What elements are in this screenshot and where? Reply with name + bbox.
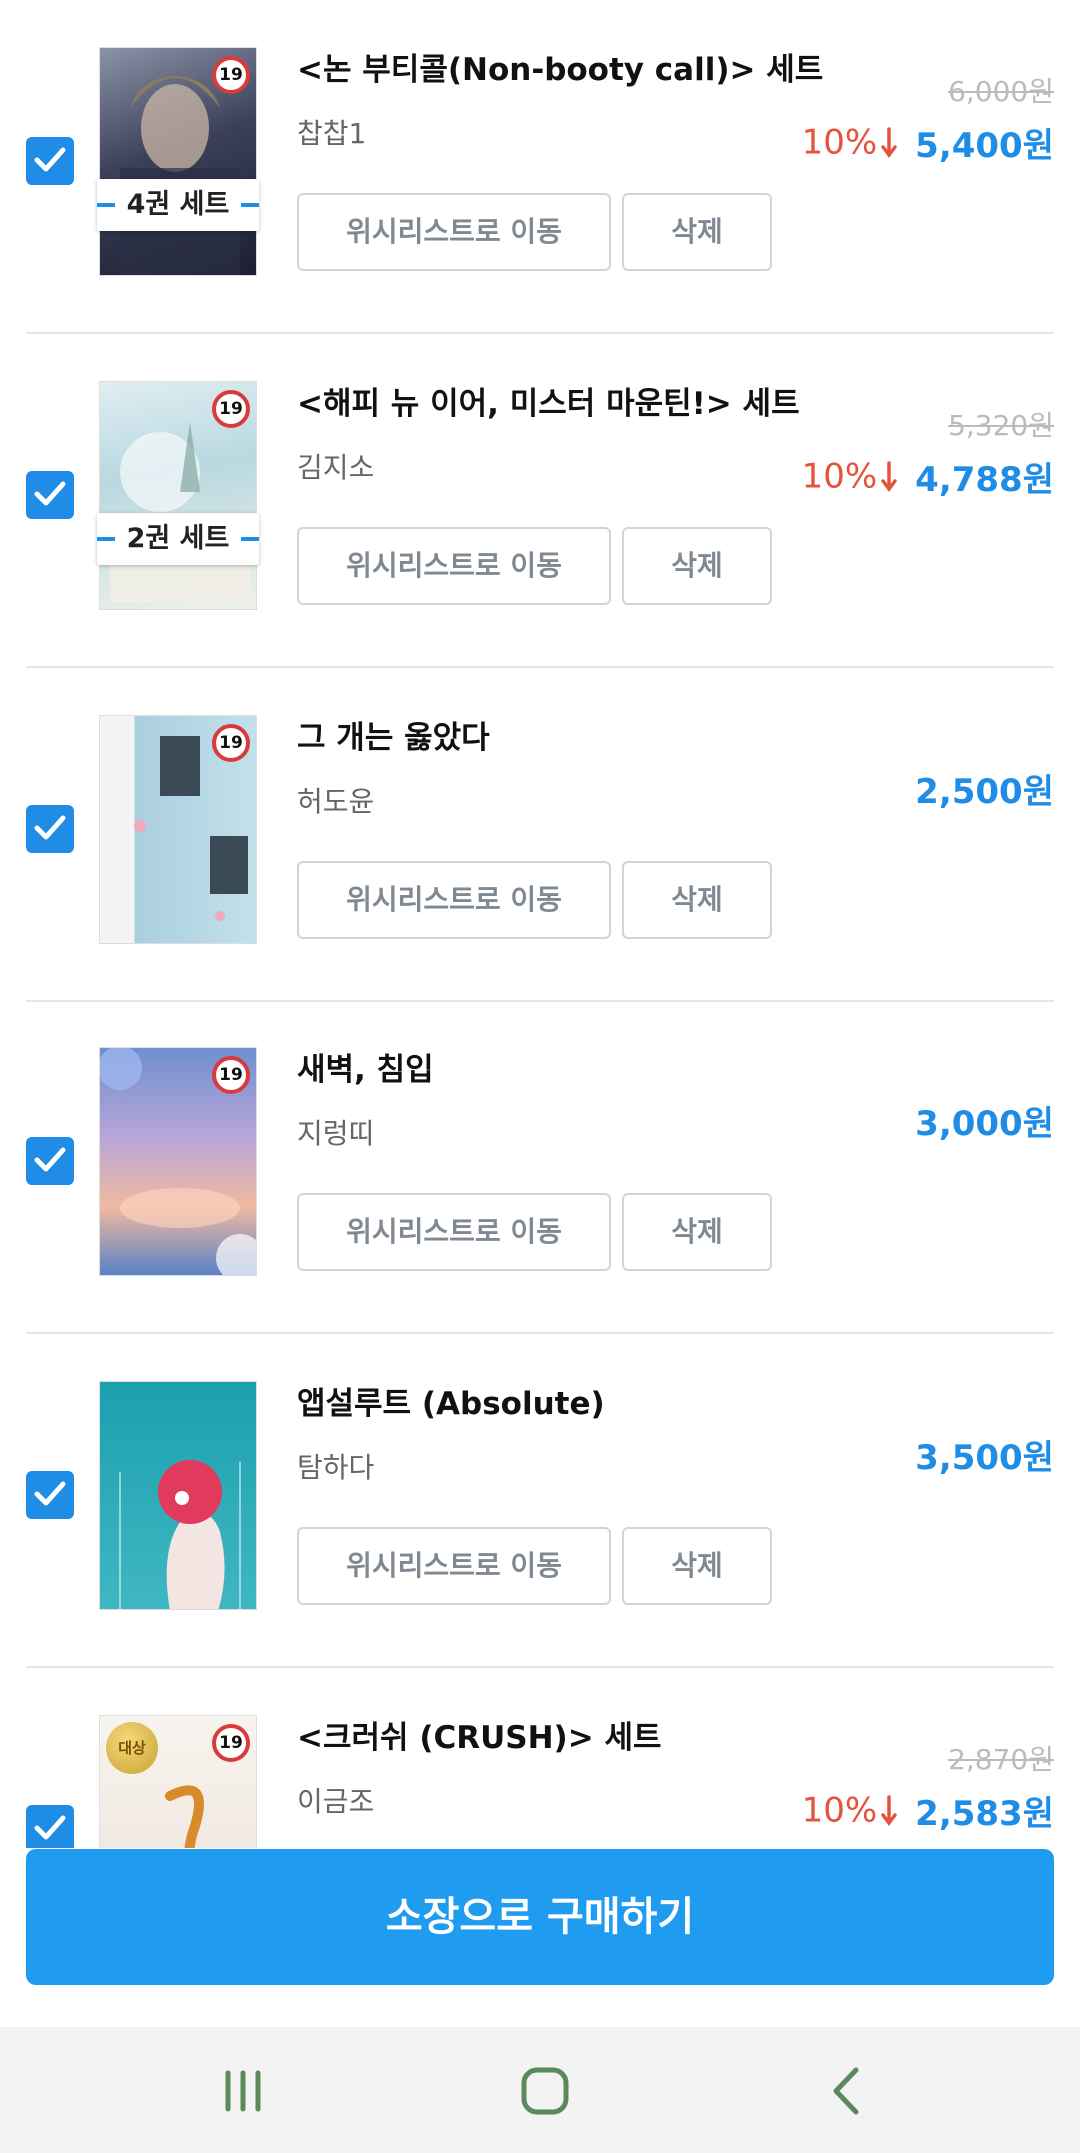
price-row: 2,500원 [915,764,1054,813]
move-to-wishlist-button[interactable]: 위시리스트로 이동 [297,1193,611,1271]
sale-price: 4,788원 [915,460,1054,500]
delete-button[interactable]: 삭제 [622,861,772,939]
age-rating-badge: 19 [212,1056,250,1094]
set-count-badge: 2권 세트 [97,513,259,565]
back-icon[interactable] [818,2061,878,2121]
original-price: 5,320원 [948,409,1054,442]
checkmark-icon [34,1481,66,1506]
age-rating-badge: 19 [212,56,250,94]
sale-price: 3,000원 [915,1104,1054,1144]
book-cover[interactable] [99,1381,257,1610]
move-to-wishlist-button[interactable]: 위시리스트로 이동 [297,193,611,271]
book-author[interactable]: 지렁띠 [297,1112,374,1152]
item-checkbox[interactable] [26,1137,74,1185]
system-navigation-bar [0,2027,1080,2153]
move-to-wishlist-button[interactable]: 위시리스트로 이동 [297,1527,611,1605]
cart-item: 앱설루트 (Absolute) 탐하다 위시리스트로 이동 삭제 3,500원 [0,1334,1080,1668]
set-count-badge: 4권 세트 [97,179,259,231]
age-rating-badge: 19 [212,724,250,762]
book-cover[interactable]: 19 [99,1047,257,1276]
arrow-down-icon [881,460,897,492]
cart-item: 19 새벽, 침입 지렁띠 위시리스트로 이동 삭제 3,000원 [0,1000,1080,1334]
checkmark-icon [34,815,66,840]
book-cover[interactable]: 대상 19 [99,1715,257,1848]
sale-price: 5,400원 [915,126,1054,166]
checkmark-icon [34,1147,66,1172]
book-author[interactable]: 탐하다 [297,1446,374,1486]
book-cover[interactable]: 19 [99,715,257,944]
delete-button[interactable]: 삭제 [622,527,772,605]
cart-item: 19 그 개는 옳았다 허도윤 위시리스트로 이동 삭제 2,500원 [0,668,1080,1002]
book-title[interactable]: <해피 뉴 이어, 미스터 마운틴!> 세트 [297,378,800,423]
book-title[interactable]: <크러쉬 (CRUSH)> 세트 [297,1712,662,1757]
cart-item: 대상 19 <크러쉬 (CRUSH)> 세트 이금조 2,870원 10% 2,5… [0,1668,1080,1848]
award-badge: 대상 [106,1722,158,1774]
price-row: 3,500원 [915,1430,1054,1479]
sale-price: 2,500원 [915,772,1054,812]
home-icon[interactable] [515,2061,575,2121]
price-row: 10% 2,583원 [802,1786,1054,1835]
move-to-wishlist-button[interactable]: 위시리스트로 이동 [297,527,611,605]
price-row: 10% 5,400원 [802,118,1054,167]
delete-button[interactable]: 삭제 [622,193,772,271]
book-title[interactable]: <논 부티콜(Non-booty call)> 세트 [297,44,823,89]
cart-item: 19 2권 세트 <해피 뉴 이어, 미스터 마운틴!> 세트 김지소 위시리스… [0,334,1080,668]
original-price: 2,870원 [948,1743,1054,1776]
item-checkbox[interactable] [26,137,74,185]
buy-button[interactable]: 소장으로 구매하기 [26,1849,1054,1985]
discount-rate: 10% [801,456,878,497]
item-checkbox[interactable] [26,1471,74,1519]
book-title[interactable]: 그 개는 옳았다 [297,712,490,757]
cart-item: 19 4권 세트 <논 부티콜(Non-booty call)> 세트 찹찹1 … [0,0,1080,334]
book-cover[interactable]: 19 [99,47,257,276]
original-price: 6,000원 [948,75,1054,108]
move-to-wishlist-button[interactable]: 위시리스트로 이동 [297,861,611,939]
checkmark-icon [34,481,66,506]
arrow-down-icon [881,1794,897,1826]
age-rating-badge: 19 [212,390,250,428]
age-rating-badge: 19 [212,1724,250,1762]
book-author[interactable]: 찹찹1 [297,112,366,152]
item-checkbox[interactable] [26,1805,74,1848]
delete-button[interactable]: 삭제 [622,1193,772,1271]
discount-rate: 10% [801,122,878,163]
sale-price: 3,500원 [915,1438,1054,1478]
book-title[interactable]: 새벽, 침입 [297,1044,434,1089]
item-checkbox[interactable] [26,805,74,853]
price-row: 3,000원 [915,1096,1054,1145]
delete-button[interactable]: 삭제 [622,1527,772,1605]
price-row: 10% 4,788원 [802,452,1054,501]
sale-price: 2,583원 [915,1794,1054,1834]
book-author[interactable]: 이금조 [297,1780,374,1820]
book-author[interactable]: 김지소 [297,446,374,486]
book-author[interactable]: 허도윤 [297,780,374,820]
book-cover[interactable]: 19 [99,381,257,610]
checkmark-icon [34,1815,66,1840]
book-title[interactable]: 앱설루트 (Absolute) [297,1378,605,1423]
item-checkbox[interactable] [26,471,74,519]
arrow-down-icon [881,126,897,158]
cover-art-illustration [119,1460,241,1609]
discount-rate: 10% [801,1790,878,1831]
recents-icon[interactable] [213,2061,273,2121]
cart-list: 19 4권 세트 <논 부티콜(Non-booty call)> 세트 찹찹1 … [0,0,1080,1848]
checkmark-icon [34,147,66,172]
